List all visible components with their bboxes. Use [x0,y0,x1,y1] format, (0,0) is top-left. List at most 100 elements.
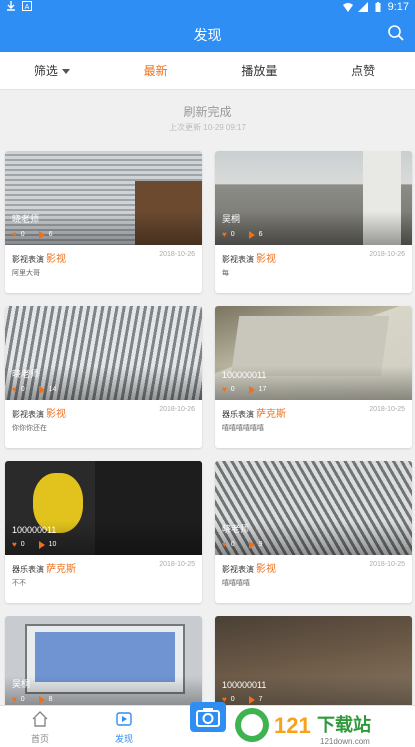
video-card[interactable]: 晓老师 ♥ 0 6 影视表演 影视 2018-10-26 阿里大哥 [5,151,202,293]
video-card[interactable]: 100000011 ♥ 0 10 器乐表演 萨克斯 2018-10-25 不不 [5,461,202,603]
signal-icon [357,2,368,12]
card-author: 100000011 [222,680,267,690]
card-author: 吴桐 [222,214,241,224]
card-description: 嘻嘻嘻嘻 [222,580,250,587]
download-icon [7,1,15,11]
video-thumbnail[interactable]: 100000011 ♥ 0 17 [215,306,412,400]
like-count: 0 [20,541,25,548]
refresh-status: 刷新完成 [183,105,232,119]
heart-icon: ♥ [12,695,17,704]
play-count: 8 [48,696,53,703]
site-watermark: 121 下载站 121down.com [232,703,412,747]
filter-button[interactable]: 筛选 [0,62,104,79]
card-date: 2018-10-25 [369,561,405,568]
card-prefix: 影视表演 [222,565,254,574]
card-prefix: 影视表演 [12,410,44,419]
like-count: 0 [20,386,25,393]
like-count: 0 [20,696,25,703]
card-date: 2018-10-26 [369,251,405,258]
sort-plays-tab[interactable]: 播放量 [208,62,312,79]
play-count: 6 [258,231,263,238]
card-description: 阿里大哥 [12,270,40,277]
page-title: 发现 [193,27,222,43]
card-author: 晓老师 [12,214,40,224]
heart-icon: ♥ [222,230,227,239]
video-card[interactable]: 晓老师 ♥ 0 9 影视表演 影视 2018-10-25 嘻嘻嘻嘻 [215,461,412,603]
heart-icon: ♥ [12,230,17,239]
card-prefix: 器乐表演 [12,565,44,574]
sort-latest-tab[interactable]: 最新 [104,62,208,79]
play-icon [248,540,255,549]
nav-home[interactable]: 首页 [0,710,80,745]
card-author: 100000011 [222,370,267,380]
card-prefix: 影视表演 [222,255,254,264]
card-author: 100000011 [12,525,57,535]
card-category: 影视 [256,254,276,265]
video-thumbnail[interactable]: 吴桐 ♥ 0 6 [215,151,412,245]
card-description: 每 [222,270,229,277]
like-count: 0 [230,541,235,548]
camera-icon [196,708,220,727]
play-icon [38,385,45,394]
video-card[interactable]: 吴桐 ♥ 0 6 影视表演 影视 2018-10-26 每 [215,151,412,293]
card-prefix: 器乐表演 [222,410,254,419]
video-play-icon [116,712,132,726]
card-category: 影视 [46,254,66,265]
play-count: 17 [258,386,267,393]
status-bar: A 9:17 [0,0,415,16]
svg-text:A: A [25,4,30,11]
card-description: 你你你还在 [12,425,47,432]
watermark-url: 121down.com [320,737,370,746]
video-thumbnail[interactable]: 100000011 ♥ 0 10 [5,461,202,555]
video-thumbnail[interactable]: 晓老师 ♥ 0 14 [5,306,202,400]
play-count: 9 [258,541,263,548]
play-count: 10 [48,541,57,548]
card-author: 晓老师 [222,524,250,534]
play-icon [38,230,45,239]
heart-icon: ♥ [12,540,17,549]
heart-icon: ♥ [222,540,227,549]
svg-text:121: 121 [274,713,311,738]
play-icon [38,695,45,704]
play-count: 14 [48,386,57,393]
nav-home-label: 首页 [30,734,49,744]
video-thumbnail[interactable]: 100000011 ♥ 0 7 [215,616,412,710]
like-count: 0 [230,231,235,238]
app-bar: 发现 [0,16,415,52]
video-thumbnail[interactable]: 吴桐 ♥ 0 8 [5,616,202,710]
search-icon[interactable] [387,24,405,42]
watermark-brand: 下载站 [317,714,371,735]
card-date: 2018-10-25 [159,561,195,568]
video-card[interactable]: 晓老师 ♥ 0 14 影视表演 影视 2018-10-26 你你你还在 [5,306,202,448]
battery-icon [375,2,381,12]
heart-icon: ♥ [222,385,227,394]
heart-icon: ♥ [12,385,17,394]
home-icon [32,711,48,727]
like-count: 0 [230,696,235,703]
card-prefix: 影视表演 [12,255,44,264]
sort-likes-tab[interactable]: 点赞 [311,62,415,79]
like-count: 0 [20,231,25,238]
last-updated: 上次更新 10-29 09:17 [169,123,246,132]
play-count: 6 [48,231,53,238]
wifi-icon [342,3,353,12]
video-thumbnail[interactable]: 晓老师 ♥ 0 9 [215,461,412,555]
play-icon [248,230,255,239]
card-category: 萨克斯 [46,564,76,575]
filter-bar: 筛选 最新 播放量 点赞 [0,52,415,90]
video-card[interactable]: 100000011 ♥ 0 17 器乐表演 萨克斯 2018-10-25 嘻嘻嘻嘻嘻嘻 [215,306,412,448]
app-notification-icon: A [22,1,32,11]
nav-discover-label: 发现 [114,734,133,744]
play-count: 7 [258,696,263,703]
status-time: 9:17 [387,1,409,13]
refresh-indicator: 刷新完成 上次更新 10-29 09:17 [0,90,415,142]
video-thumbnail[interactable]: 晓老师 ♥ 0 6 [5,151,202,245]
like-count: 0 [230,386,235,393]
camera-button[interactable] [190,702,226,732]
dropdown-arrow-icon [61,69,70,75]
card-category: 影视 [46,409,66,420]
nav-discover[interactable]: 发现 [84,710,164,745]
card-category: 影视 [256,564,276,575]
card-date: 2018-10-26 [159,406,195,413]
card-description: 不不 [12,580,26,587]
